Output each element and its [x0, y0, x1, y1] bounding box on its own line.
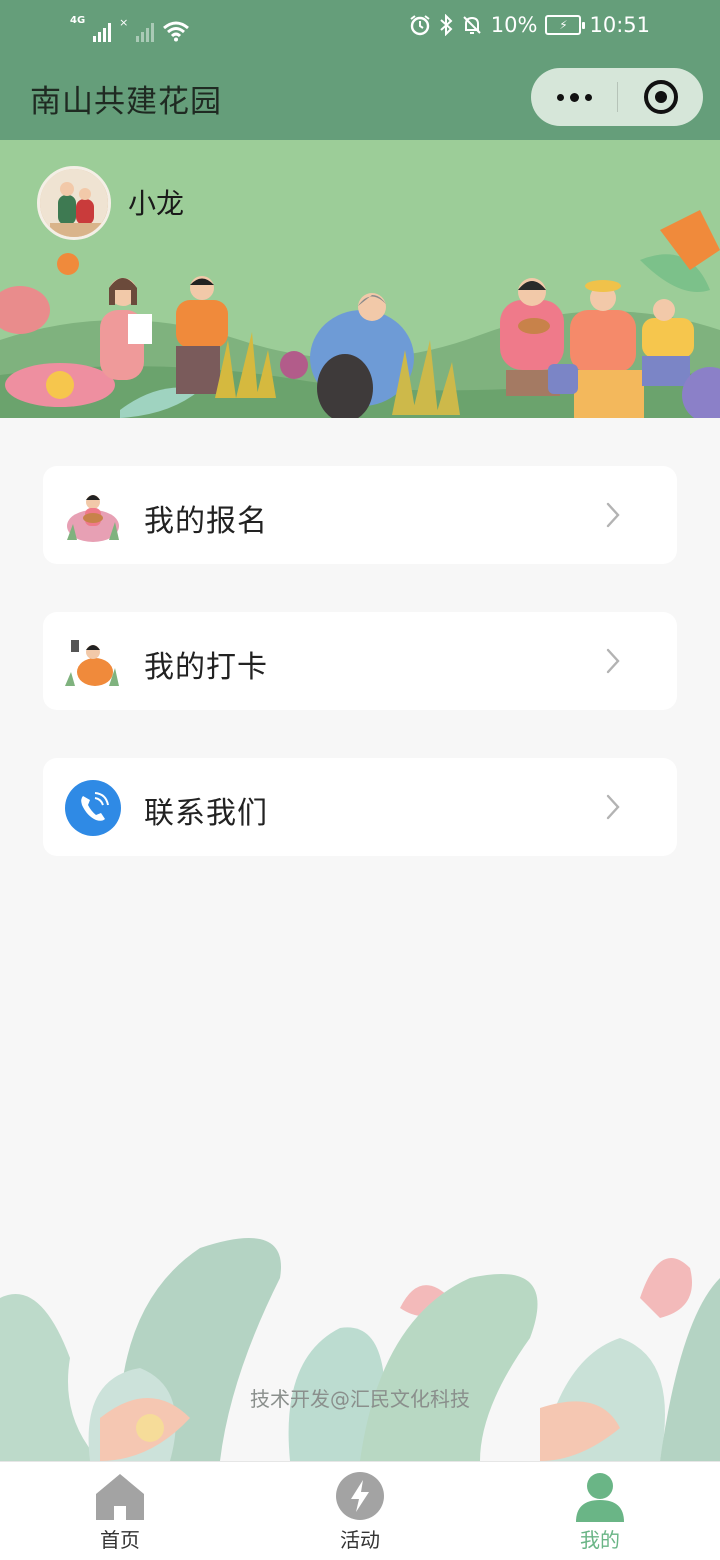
battery-charging-icon: ⚡	[545, 15, 586, 35]
tab-home[interactable]: 首页	[0, 1462, 240, 1560]
clock-time: 10:51	[589, 13, 650, 37]
profile-banner: 小龙	[0, 140, 720, 418]
page-title: 南山共建花园	[30, 84, 222, 120]
home-icon	[96, 1474, 144, 1520]
miniprogram-capsule	[531, 68, 703, 126]
status-bar: 4G × 10% ⚡ 10:51	[0, 0, 720, 56]
menu-item-registration[interactable]: 我的报名	[43, 466, 677, 564]
tab-label: 首页	[100, 1528, 140, 1552]
footer-plant-decoration	[0, 1218, 720, 1461]
menu-item-contact[interactable]: 联系我们	[43, 758, 677, 856]
tab-mine[interactable]: 我的	[480, 1462, 720, 1560]
lightning-icon	[336, 1472, 384, 1520]
menu-item-label: 我的报名	[144, 504, 268, 539]
tab-activities[interactable]: 活动	[240, 1462, 480, 1560]
more-options-button[interactable]	[531, 68, 617, 126]
network-type: 4G	[70, 15, 86, 26]
close-miniprogram-button[interactable]	[618, 68, 703, 126]
checkin-illustration-icon	[65, 640, 119, 686]
bottom-tab-bar: 首页 活动 我的	[0, 1461, 720, 1560]
signal-strength-icon	[93, 20, 112, 42]
bluetooth-icon	[440, 14, 453, 36]
chevron-right-icon	[606, 794, 620, 820]
registration-illustration-icon	[67, 495, 119, 542]
menu-item-label: 联系我们	[144, 796, 268, 831]
status-indicators: 10% ⚡ 10:51	[409, 13, 650, 37]
chevron-right-icon	[606, 648, 620, 674]
menu-item-checkin[interactable]: 我的打卡	[43, 612, 677, 710]
garden-illustration	[0, 210, 720, 418]
menu-item-label: 我的打卡	[144, 650, 268, 685]
battery-percent: 10%	[490, 13, 538, 37]
signal-group: 4G ×	[70, 12, 190, 42]
avatar[interactable]	[37, 166, 111, 240]
wifi-icon	[163, 21, 190, 42]
target-close-icon	[643, 80, 678, 114]
phone-icon	[65, 780, 121, 836]
signal-strength-secondary-icon	[136, 20, 155, 42]
tab-label: 活动	[340, 1528, 380, 1552]
no-signal-icon: ×	[119, 16, 129, 29]
more-dots-icon	[556, 93, 564, 101]
plant-illustration	[0, 1238, 720, 1461]
alarm-icon	[410, 15, 430, 36]
mute-bell-icon	[463, 16, 481, 34]
chevron-right-icon	[606, 502, 620, 528]
nav-bar: 南山共建花园	[0, 56, 720, 140]
avatar-image	[40, 169, 108, 237]
tab-label: 我的	[580, 1528, 620, 1552]
username: 小龙	[128, 187, 185, 220]
developer-credit: 技术开发@汇民文化科技	[250, 1387, 470, 1411]
user-icon	[576, 1473, 624, 1522]
